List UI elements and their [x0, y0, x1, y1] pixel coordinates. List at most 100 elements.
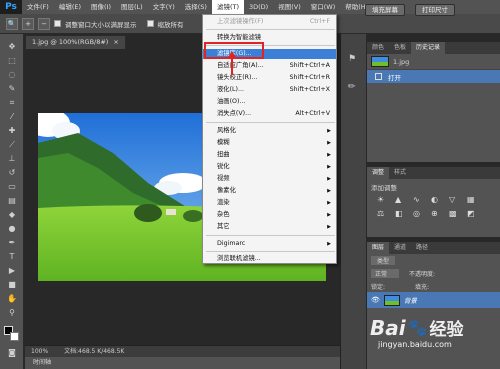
document-tab[interactable]: 1.jpg @ 100%(RGB/8#) ×	[25, 35, 126, 49]
healing-brush-tool-icon[interactable]: ✚	[5, 124, 19, 137]
menu-layer[interactable]: 图层(L)	[116, 0, 148, 14]
layer-kind-filter[interactable]: 类型	[371, 256, 396, 265]
menu-item-liquify[interactable]: 液化(L)... Shift+Ctrl+X	[203, 85, 336, 95]
history-snapshot-row[interactable]: 1.jpg	[367, 54, 500, 70]
vibrance-icon[interactable]: ▽	[449, 195, 461, 204]
tab-swatches[interactable]: 色板	[389, 42, 411, 54]
menu-view[interactable]: 视图(V)	[273, 0, 306, 14]
status-bar: 100% 文档:468.5 K/468.5K	[25, 345, 340, 357]
snapshot-thumbnail	[371, 56, 389, 67]
timeline-tab[interactable]: 时间轴	[25, 357, 340, 369]
color-lookup-icon[interactable]: ▩	[449, 209, 461, 218]
eye-icon[interactable]: 👁	[371, 296, 380, 304]
menu-image[interactable]: 图像(I)	[86, 0, 116, 14]
blend-mode-select[interactable]: 正常	[371, 269, 400, 278]
photo-filter-icon[interactable]: ◎	[413, 209, 425, 218]
eyedropper-tool-icon[interactable]: ⁄	[5, 110, 19, 123]
menu-item-sharpen[interactable]: 锐化 ▶	[203, 162, 336, 172]
history-state-open[interactable]: 打开	[367, 70, 500, 83]
lock-label: 锁定:	[371, 283, 386, 291]
zoom-out-icon[interactable]: −	[38, 17, 50, 30]
menu-item-stylize[interactable]: 风格化 ▶	[203, 126, 336, 136]
zoom-level[interactable]: 100%	[31, 346, 48, 357]
menu-type[interactable]: 文字(Y)	[148, 0, 180, 14]
zoom-in-icon[interactable]: +	[22, 17, 34, 30]
menu-item-noise[interactable]: 杂色 ▶	[203, 210, 336, 220]
tab-channels[interactable]: 通道	[389, 242, 411, 254]
submenu-arrow-icon: ▶	[327, 188, 331, 194]
baidu-watermark: Bai 🐾 经验 jingyan.baidu.com	[370, 315, 495, 365]
history-panel: 颜色 色板 历史记录 1.jpg 打开	[367, 42, 500, 162]
photoshop-logo: Ps	[0, 0, 22, 14]
menu-edit[interactable]: 编辑(E)	[54, 0, 86, 14]
eraser-tool-icon[interactable]: ▭	[5, 180, 19, 193]
zoom-tool-icon[interactable]: 🔍	[6, 17, 18, 30]
menu-item-pixelate[interactable]: 像素化 ▶	[203, 186, 336, 196]
curves-icon[interactable]: ∿	[413, 195, 425, 204]
gradient-tool-icon[interactable]: ▤	[5, 194, 19, 207]
marquee-tool-icon[interactable]: ⬚	[5, 54, 19, 67]
zoom-tool-icon[interactable]: ⚲	[5, 306, 19, 319]
path-select-tool-icon[interactable]: ▶	[5, 264, 19, 277]
layer-name: 背景	[403, 297, 417, 305]
pen-tool-icon[interactable]: ✒	[5, 236, 19, 249]
menu-item-vanishing-point[interactable]: 消失点(V)... Alt+Ctrl+V	[203, 109, 336, 119]
history-brush-tool-icon[interactable]: ↺	[5, 166, 19, 179]
close-document-icon[interactable]: ×	[113, 36, 118, 49]
menu-item-lens-correction[interactable]: 镜头校正(R)... Shift+Ctrl+R	[203, 73, 336, 83]
zoom-all-checkbox[interactable]	[146, 20, 154, 27]
submenu-arrow-icon: ▶	[327, 241, 331, 247]
menu-item-digimarc[interactable]: Digimarc ▶	[203, 239, 336, 249]
print-size-button[interactable]: 打印尺寸	[415, 4, 455, 16]
levels-icon[interactable]: ▲	[395, 195, 407, 204]
menu-window[interactable]: 窗口(W)	[306, 0, 341, 14]
layer-thumbnail	[383, 294, 400, 306]
tab-layers[interactable]: 图层	[367, 242, 390, 254]
brush-panel-icon[interactable]: ✏	[348, 82, 356, 92]
document-info: 文档:468.5 K/468.5K	[64, 348, 125, 355]
menu-item-adaptive-wide-angle[interactable]: 自适应广角(A)... Shift+Ctrl+A	[203, 61, 336, 71]
brightness-icon[interactable]: ☀	[377, 195, 389, 204]
quick-select-tool-icon[interactable]: ✎	[5, 82, 19, 95]
menu-item-video[interactable]: 视频 ▶	[203, 174, 336, 184]
fill-screen-button[interactable]: 填充屏幕	[365, 4, 405, 16]
dodge-tool-icon[interactable]: ●	[5, 222, 19, 235]
menu-select[interactable]: 选择(S)	[180, 0, 212, 14]
menu-item-browse-filters-online[interactable]: 浏览联机滤镜...	[203, 254, 336, 264]
paw-icon: 🐾	[407, 318, 428, 337]
menu-item-oil-paint[interactable]: 油画(O)...	[203, 97, 336, 107]
hand-tool-icon[interactable]: ✋	[5, 292, 19, 305]
brush-tool-icon[interactable]: ⟋	[5, 138, 19, 151]
menu-item-render[interactable]: 渲染 ▶	[203, 198, 336, 208]
history-panel-icon[interactable]: ⚑	[348, 54, 356, 64]
menu-item-blur[interactable]: 模糊 ▶	[203, 138, 336, 148]
menu-file[interactable]: 文件(F)	[22, 0, 54, 14]
menu-item-other[interactable]: 其它 ▶	[203, 222, 336, 232]
menu-filter[interactable]: 滤镜(T)	[211, 0, 244, 14]
crop-tool-icon[interactable]: ⌗	[5, 96, 19, 109]
black-white-icon[interactable]: ◧	[395, 209, 407, 218]
invert-icon[interactable]: ◩	[467, 209, 479, 218]
background-color-swatch[interactable]	[10, 332, 19, 341]
layer-row-background[interactable]: 👁 背景	[367, 292, 500, 308]
shape-tool-icon[interactable]: ■	[5, 278, 19, 291]
menu-item-distort[interactable]: 扭曲 ▶	[203, 150, 336, 160]
clone-stamp-tool-icon[interactable]: ⊥	[5, 152, 19, 165]
color-balance-icon[interactable]: ⚖	[377, 209, 389, 218]
tab-adjustments[interactable]: 调整	[367, 167, 390, 179]
tab-styles[interactable]: 样式	[389, 167, 411, 179]
tab-history[interactable]: 历史记录	[411, 42, 446, 54]
channel-mixer-icon[interactable]: ⊕	[431, 209, 443, 218]
exposure-icon[interactable]: ◐	[431, 195, 443, 204]
type-tool-icon[interactable]: T	[5, 250, 19, 263]
submenu-arrow-icon: ▶	[327, 140, 331, 146]
tab-paths[interactable]: 路径	[411, 242, 433, 254]
quick-mask-icon[interactable]: ◙	[5, 346, 19, 359]
blur-tool-icon[interactable]: ◆	[5, 208, 19, 221]
move-tool-icon[interactable]: ✥	[5, 40, 19, 53]
tab-color[interactable]: 颜色	[367, 42, 389, 54]
hue-icon[interactable]: ▦	[467, 195, 479, 204]
resize-windows-checkbox[interactable]	[54, 20, 61, 27]
lasso-tool-icon[interactable]: ◌	[5, 68, 19, 81]
menu-3d[interactable]: 3D(D)	[244, 0, 273, 14]
